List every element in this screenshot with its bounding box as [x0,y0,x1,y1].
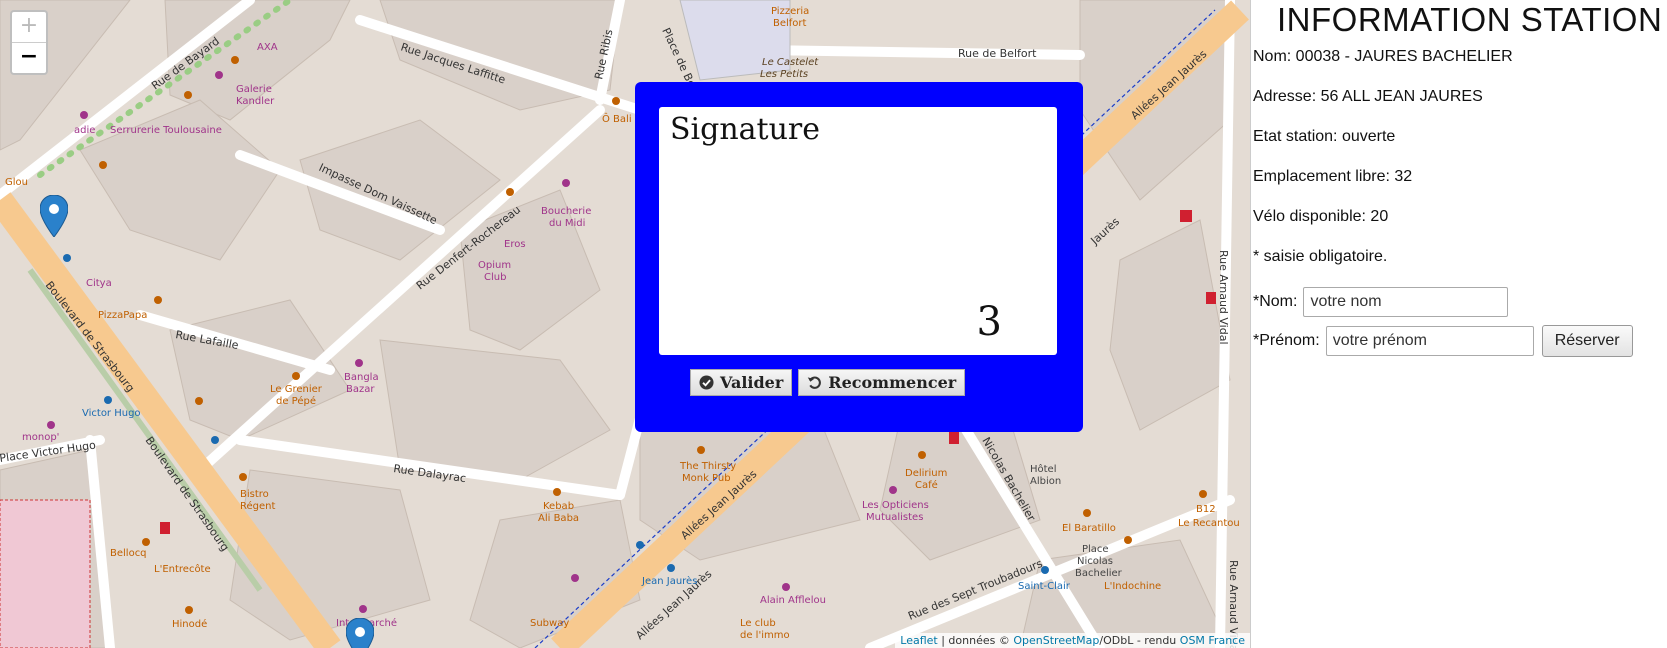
signature-modal: Signature 3 Valider Recommencer [635,82,1083,432]
station-marker-icon[interactable] [39,194,69,241]
svg-text:Glou: Glou [5,177,28,188]
svg-text:Kebab: Kebab [543,501,574,512]
svg-text:Opium: Opium [478,260,511,271]
leaflet-link[interactable]: Leaflet [900,634,937,647]
restart-button[interactable]: Recommencer [798,369,966,396]
svg-text:Café: Café [915,479,938,491]
svg-text:Ali Baba: Ali Baba [538,513,579,524]
svg-text:Albion: Albion [1030,476,1061,487]
signature-actions: Valider Recommencer [690,369,966,396]
svg-text:Nicolas: Nicolas [1077,556,1113,567]
svg-text:Galerie: Galerie [236,84,272,95]
openstreetmap-link[interactable]: OpenStreetMap [1013,634,1099,647]
svg-text:L'Entrecôte: L'Entrecôte [154,563,211,575]
svg-text:Club: Club [484,272,506,283]
svg-text:Pizzeria: Pizzeria [771,6,809,17]
svg-text:Bazar: Bazar [346,384,375,395]
svg-text:Serrurerie Toulousaine: Serrurerie Toulousaine [110,125,222,136]
svg-text:de l'immo: de l'immo [740,630,790,641]
svg-text:Hinodé: Hinodé [172,618,207,630]
signature-title: Signature [670,112,821,147]
validate-label: Valider [720,373,784,392]
available-bikes: Vélo disponible: 20 [1253,208,1389,225]
restart-label: Recommencer [828,373,957,392]
required-note: * saisie obligatoire. [1253,248,1388,265]
attribution-donnees: | données © [941,634,1010,647]
zoom-out-button[interactable]: − [12,43,46,73]
svg-text:El Baratillo: El Baratillo [1062,523,1116,534]
svg-text:Les Petits: Les Petits [760,69,808,80]
nom-label: *Nom: [1253,293,1298,310]
svg-text:Cityа: Cityа [86,278,112,289]
map-attribution: Leaflet | données © OpenStreetMap/ODbL -… [895,633,1250,648]
svg-text:Delirium: Delirium [905,468,947,479]
svg-text:L'Indochine: L'Indochine [1104,581,1161,592]
prenom-row: *Prénom: Réserver [1253,325,1633,357]
svg-text:Boulevard de Strasbourg: Boulevard de Strasbourg [43,279,137,395]
svg-text:Saint-Clair: Saint-Clair [1018,581,1071,592]
station-status: Etat station: ouverte [1253,128,1396,145]
svg-text:The Thirsty: The Thirsty [679,461,736,472]
svg-text:Bellocq: Bellocq [110,548,147,559]
svg-text:Alain Afflelou: Alain Afflelou [760,595,826,606]
svg-text:PizzaPapa: PizzaPapa [98,310,147,321]
check-circle-icon [699,375,714,390]
svg-text:Kandler: Kandler [236,96,275,107]
svg-text:Rue Arnaud Vidal: Rue Arnaud Vidal [1217,250,1230,345]
prenom-label: *Prénom: [1253,332,1320,349]
reserve-button[interactable]: Réserver [1541,325,1633,357]
svg-text:du Midi: du Midi [549,218,585,229]
svg-text:Le Castelet: Le Castelet [762,57,819,68]
svg-text:Jean Jaurès: Jean Jaurès [641,575,697,587]
undo-icon [807,375,822,390]
svg-text:Subway: Subway [530,618,569,629]
svg-text:Bistro: Bistro [240,489,269,500]
svg-text:Victor Hugo: Victor Hugo [82,408,141,419]
signature-countdown: 3 [976,299,1002,345]
station-info-panel: INFORMATION STATION Nom: 00038 - JAURES … [1250,0,1667,648]
panel-title: INFORMATION STATION [1277,1,1663,38]
svg-text:adie: adie [74,125,95,136]
svg-text:Boucherie: Boucherie [541,206,591,217]
svg-text:Le club: Le club [740,618,776,629]
svg-text:Ô Bali: Ô Bali [602,112,632,125]
signature-canvas[interactable]: Signature 3 [659,107,1057,355]
svg-text:Régent: Régent [240,500,275,512]
svg-text:Place: Place [1082,544,1109,555]
validate-button[interactable]: Valider [690,369,793,396]
attribution-odbl: /ODbL - rendu [1099,634,1177,647]
zoom-in-button[interactable]: + [12,12,46,43]
svg-text:Hôtel: Hôtel [1030,463,1057,475]
svg-text:Jaurès: Jaurès [1088,215,1123,248]
svg-text:Le Recantou: Le Recantou [1178,518,1240,529]
svg-text:Rue de Belfort: Rue de Belfort [958,47,1037,60]
svg-text:Bachelier: Bachelier [1075,568,1123,579]
zoom-control: + − [10,10,48,75]
svg-text:Eros: Eros [504,239,526,250]
svg-text:B12: B12 [1196,504,1216,515]
svg-text:Les Opticiens: Les Opticiens [862,500,929,511]
free-slots: Emplacement libre: 32 [1253,168,1413,185]
svg-text:monop': monop' [22,432,59,443]
prenom-input[interactable] [1325,326,1534,356]
nom-input[interactable] [1303,287,1509,317]
station-address: Adresse: 56 ALL JEAN JAURES [1253,88,1483,105]
svg-text:de Pépé: de Pépé [276,395,316,407]
svg-text:Bangla: Bangla [344,372,379,383]
svg-text:Mutualistes: Mutualistes [866,512,923,523]
station-marker-icon[interactable] [345,617,375,648]
svg-text:Le Grenier: Le Grenier [270,384,323,395]
osm-france-link[interactable]: OSM France [1180,634,1245,647]
nom-row: *Nom: [1253,287,1509,317]
svg-text:AXA: AXA [257,42,278,53]
svg-text:Belfort: Belfort [773,18,807,29]
station-name: Nom: 00038 - JAURES BACHELIER [1253,48,1513,65]
svg-text:Monk Pub: Monk Pub [682,473,731,484]
